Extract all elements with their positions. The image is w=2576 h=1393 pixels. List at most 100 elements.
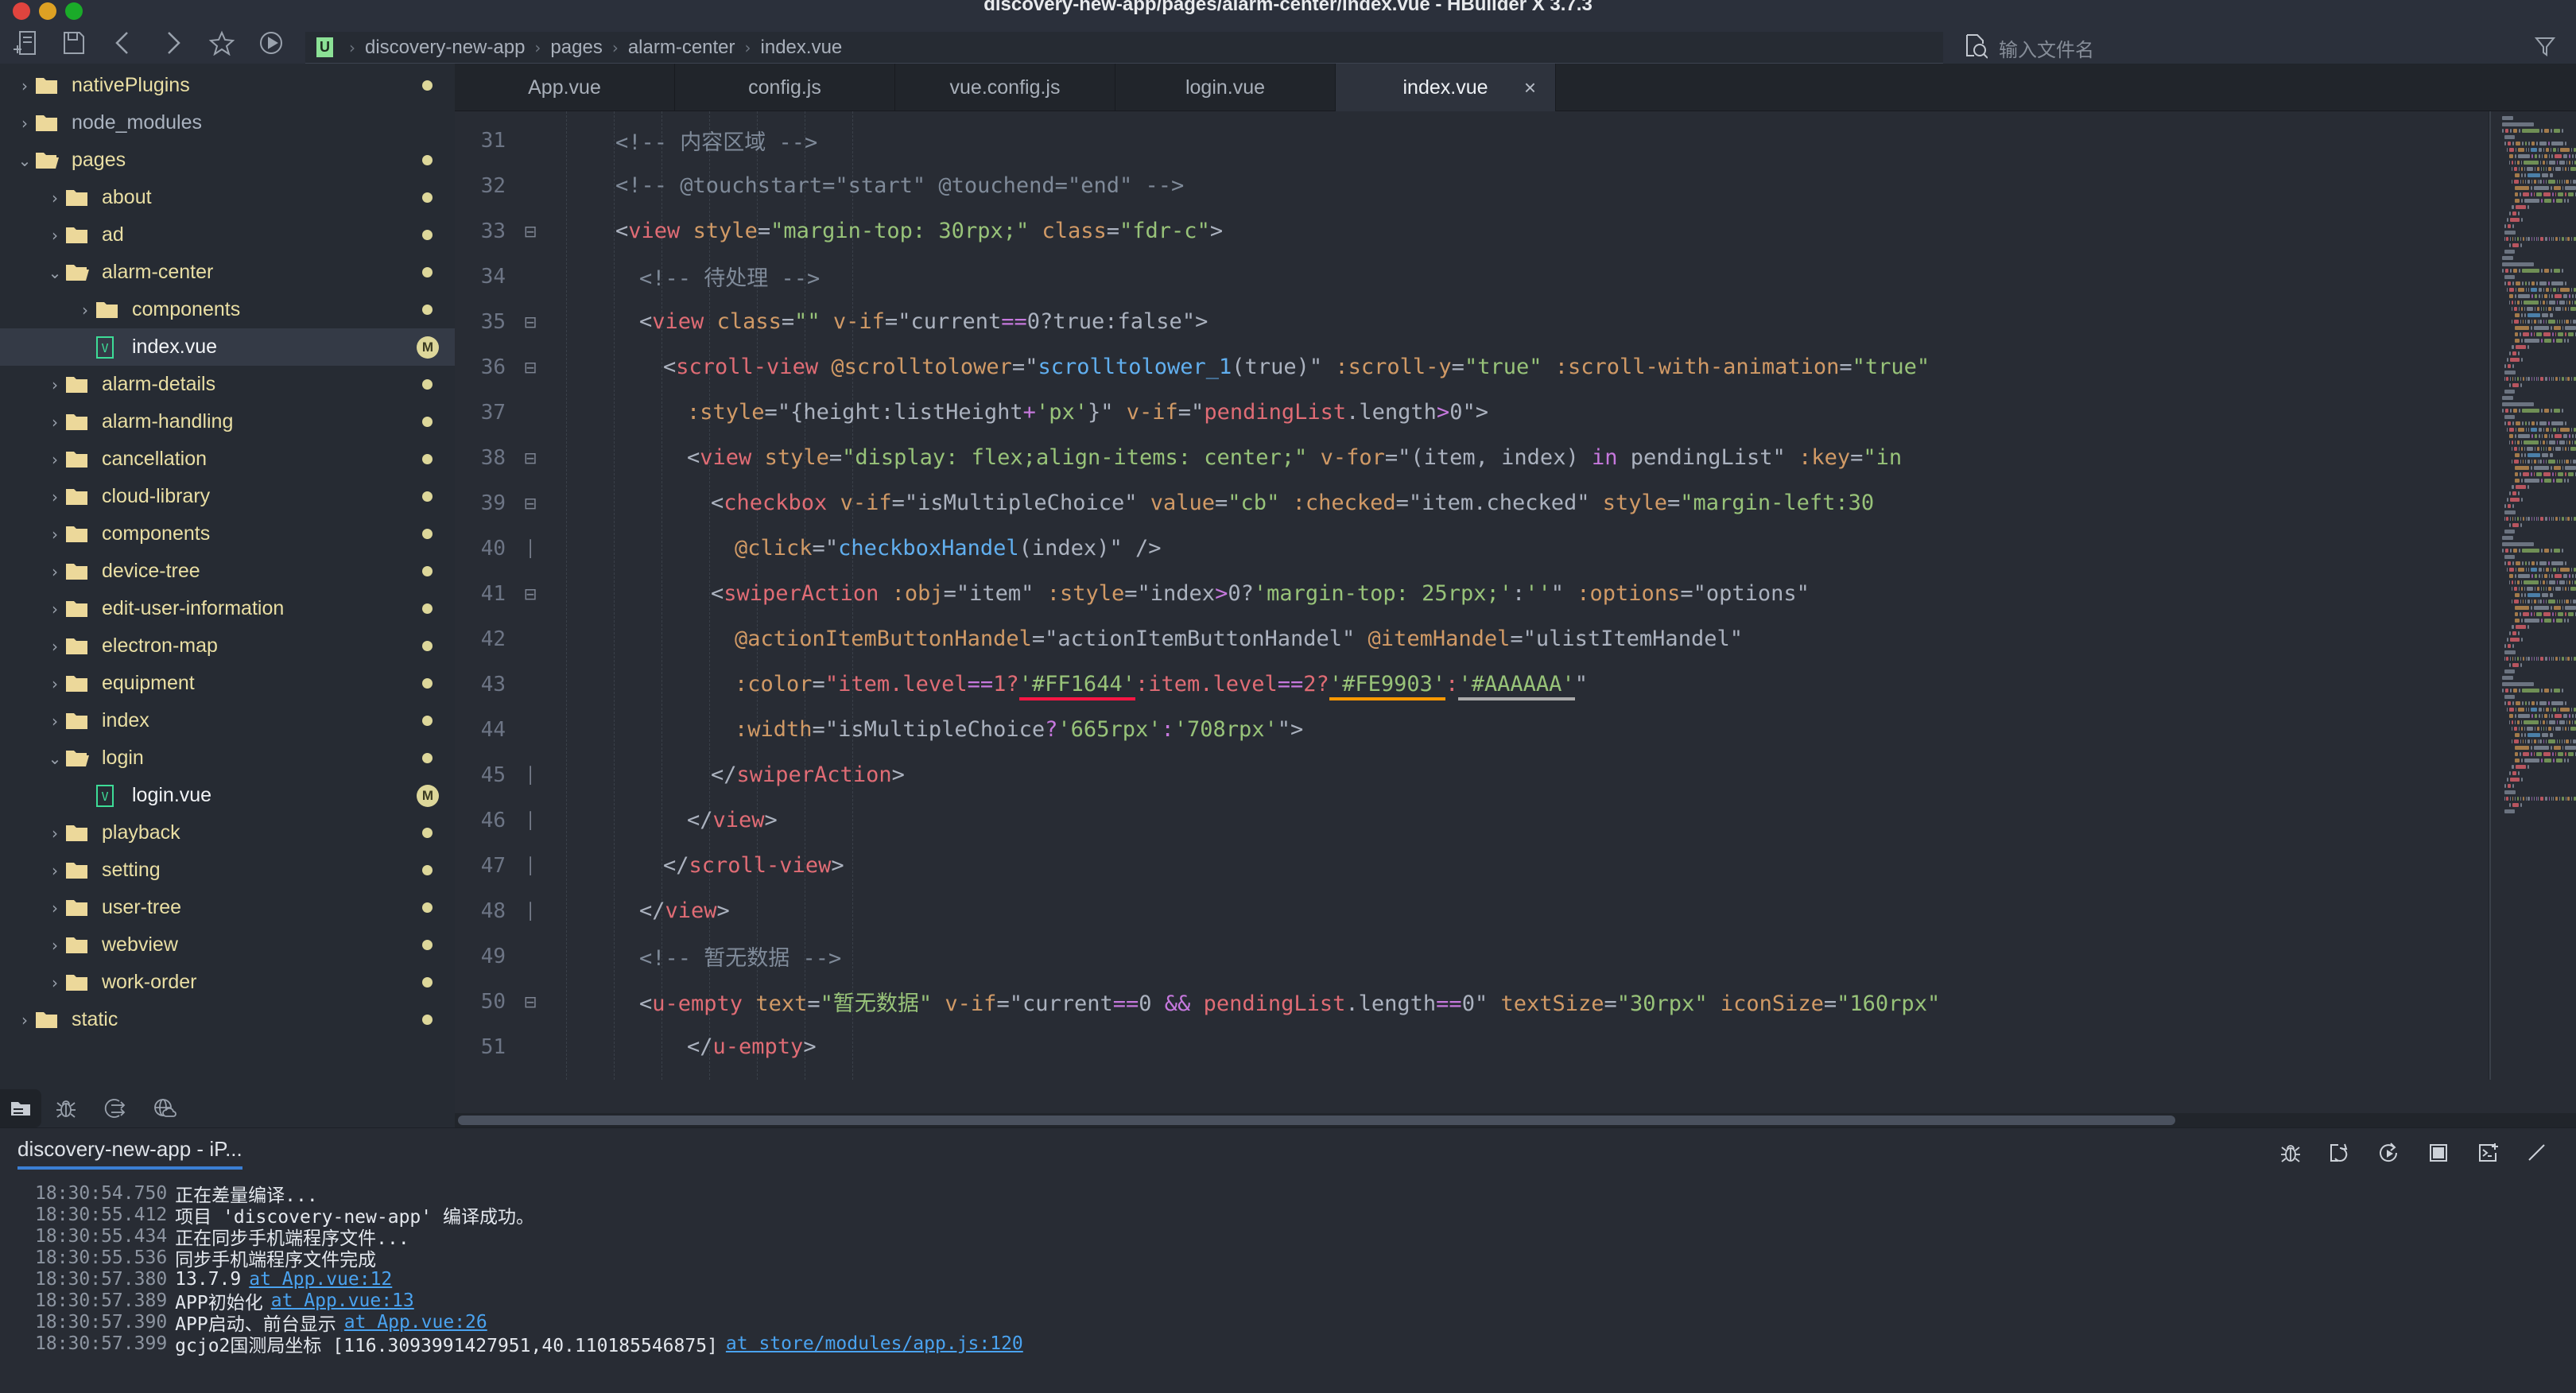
code-line[interactable]: 45 │ </swiperAction> bbox=[455, 752, 2576, 797]
tree-folder-item[interactable]: › playback bbox=[0, 814, 455, 852]
file-tree[interactable]: › nativePlugins › node_modules ⌄ pages › about ›… bbox=[0, 64, 455, 1038]
chevron-right-icon[interactable]: › bbox=[45, 226, 65, 245]
code-line[interactable]: 35 ⊟ <view class="" v-if="current==0?true:… bbox=[455, 299, 2576, 344]
chevron-right-icon[interactable]: › bbox=[75, 301, 95, 320]
tree-file-item[interactable]: Vlogin.vue M bbox=[0, 777, 455, 814]
forward-icon[interactable] bbox=[148, 22, 197, 64]
code-line[interactable]: 42 @actionItemButtonHandel="actionItemBut… bbox=[455, 616, 2576, 662]
tree-folder-item[interactable]: › cancellation bbox=[0, 440, 455, 478]
search-input[interactable]: 输入文件名 bbox=[1999, 34, 2094, 62]
breadcrumb-item-project[interactable]: discovery-new-app bbox=[363, 37, 526, 59]
project-manager-icon[interactable] bbox=[0, 1089, 41, 1127]
tree-folder-item[interactable]: › electron-map bbox=[0, 627, 455, 665]
close-icon[interactable]: × bbox=[1524, 76, 1536, 100]
chevron-right-icon[interactable]: › bbox=[45, 599, 65, 619]
breadcrumb-item-alarm-center[interactable]: alarm-center bbox=[627, 37, 737, 59]
tree-folder-item[interactable]: › webview bbox=[0, 926, 455, 964]
code-line[interactable]: 38 ⊟ <view style="display: flex;align-item… bbox=[455, 435, 2576, 480]
tree-folder-item[interactable]: › ad bbox=[0, 216, 455, 254]
tree-folder-item[interactable]: › static bbox=[0, 1001, 455, 1038]
code-line[interactable]: 33 ⊟ <view style="margin-top: 30rpx;" clas… bbox=[455, 208, 2576, 254]
breadcrumb[interactable]: U › discovery-new-app › pages › alarm-ce… bbox=[305, 32, 1943, 64]
chevron-right-icon[interactable]: › bbox=[45, 898, 65, 918]
editor-tab[interactable]: App.vue bbox=[455, 64, 675, 111]
breadcrumb-item-pages[interactable]: pages bbox=[549, 37, 603, 59]
chevron-right-icon[interactable]: › bbox=[45, 824, 65, 843]
favorite-icon[interactable] bbox=[197, 22, 246, 64]
chevron-right-icon[interactable]: › bbox=[45, 525, 65, 544]
tree-folder-item[interactable]: › components bbox=[0, 515, 455, 553]
code-line[interactable]: 36 ⊟ <scroll-view @scrolltolower="scrollto… bbox=[455, 344, 2576, 390]
fold-toggle-icon[interactable]: ⊟ bbox=[517, 358, 544, 377]
tree-folder-item[interactable]: › edit-user-information bbox=[0, 590, 455, 627]
chevron-down-icon[interactable]: ⌄ bbox=[45, 749, 65, 768]
code-line[interactable]: 46 │ </view> bbox=[455, 797, 2576, 843]
bug-icon[interactable] bbox=[41, 1089, 91, 1127]
project-explorer[interactable]: › nativePlugins › node_modules ⌄ pages › about ›… bbox=[0, 64, 455, 1089]
editor-tab[interactable]: login.vue bbox=[1115, 64, 1336, 111]
bug-icon[interactable] bbox=[2266, 1131, 2315, 1175]
chevron-right-icon[interactable]: › bbox=[14, 114, 35, 133]
code-minimap[interactable] bbox=[2489, 111, 2576, 1080]
tree-folder-item[interactable]: › index bbox=[0, 702, 455, 739]
tree-folder-item[interactable]: › user-tree bbox=[0, 889, 455, 926]
chevron-right-icon[interactable]: › bbox=[45, 637, 65, 656]
file-search-bar[interactable]: 输入文件名 bbox=[1964, 32, 2576, 64]
code-line[interactable]: 32 <!-- @touchstart="start" @touchend="en… bbox=[455, 163, 2576, 208]
cloud-globe-icon[interactable] bbox=[140, 1089, 189, 1127]
share-icon[interactable] bbox=[91, 1089, 140, 1127]
code-line[interactable]: 34 <!-- 待处理 --> bbox=[455, 254, 2576, 299]
code-line[interactable]: 50 ⊟ <u-empty text="暂无数据" v-if="current==0… bbox=[455, 979, 2576, 1024]
chevron-right-icon[interactable]: › bbox=[45, 487, 65, 506]
chevron-right-icon[interactable]: › bbox=[45, 973, 65, 992]
chevron-right-icon[interactable]: › bbox=[14, 1011, 35, 1030]
fold-toggle-icon[interactable]: ⊟ bbox=[517, 494, 544, 513]
chevron-down-icon[interactable]: ⌄ bbox=[14, 151, 35, 170]
sidebar-footer-bar[interactable] bbox=[0, 1089, 455, 1127]
editor-horizontal-scrollbar[interactable] bbox=[455, 1113, 2576, 1127]
editor-tab[interactable]: index.vue × bbox=[1336, 64, 1556, 111]
rerun-icon[interactable] bbox=[2365, 1131, 2414, 1175]
scrollbar-thumb[interactable] bbox=[458, 1116, 2175, 1125]
fold-toggle-icon[interactable]: ⊟ bbox=[517, 222, 544, 241]
code-editor[interactable]: 31 <!-- 内容区域 --> 32 <!-- @touchstart="start… bbox=[455, 111, 2576, 1080]
editor-tab[interactable]: config.js bbox=[675, 64, 895, 111]
code-line[interactable]: 39 ⊟ <checkbox v-if="isMultipleChoice" val… bbox=[455, 480, 2576, 526]
code-line[interactable]: 51 </u-empty> bbox=[455, 1024, 2576, 1069]
chevron-right-icon[interactable]: › bbox=[45, 413, 65, 432]
tree-folder-item[interactable]: ⌄ alarm-center bbox=[0, 254, 455, 291]
tree-folder-item[interactable]: ⌄ login bbox=[0, 739, 455, 777]
code-line[interactable]: 43:color="item.level==1?'#FF1644':item.l… bbox=[455, 662, 2576, 707]
tree-folder-item[interactable]: › nativePlugins bbox=[0, 67, 455, 104]
editor-tab[interactable]: vue.config.js bbox=[895, 64, 1115, 111]
code-line[interactable]: 44:width="isMultipleChoice?'665rpx':'708… bbox=[455, 707, 2576, 752]
new-file-icon[interactable] bbox=[0, 22, 49, 64]
chevron-right-icon[interactable]: › bbox=[45, 375, 65, 394]
code-line[interactable]: 47 │ </scroll-view> bbox=[455, 843, 2576, 888]
save-icon[interactable] bbox=[49, 22, 99, 64]
chevron-right-icon[interactable]: › bbox=[45, 562, 65, 581]
fold-toggle-icon[interactable]: ⊟ bbox=[517, 448, 544, 468]
tree-folder-item[interactable]: › alarm-handling bbox=[0, 403, 455, 440]
code-line[interactable]: 31 <!-- 内容区域 --> bbox=[455, 118, 2576, 163]
console-output[interactable]: 18:30:54.750 正在差量编译... 18:30:55.412 项目 'dis… bbox=[0, 1178, 2576, 1356]
breadcrumb-item-file[interactable]: index.vue bbox=[759, 37, 844, 59]
console-tab-active[interactable]: discovery-new-app - iP... bbox=[17, 1137, 242, 1170]
code-line[interactable]: 37:style="{height:listHeight+'px'}" v-if… bbox=[455, 390, 2576, 435]
code-line[interactable]: 40 │ @click="checkboxHandel(index)" /> bbox=[455, 526, 2576, 571]
recompile-icon[interactable] bbox=[2315, 1131, 2365, 1175]
log-source-link[interactable]: at App.vue:12 bbox=[249, 1269, 392, 1290]
chevron-right-icon[interactable]: › bbox=[45, 450, 65, 469]
editor-tab-bar[interactable]: App.vue config.js vue.config.js login.vue in… bbox=[455, 64, 2576, 111]
code-lines[interactable]: 31 <!-- 内容区域 --> 32 <!-- @touchstart="start… bbox=[455, 111, 2576, 1080]
tree-folder-item[interactable]: › cloud-library bbox=[0, 478, 455, 515]
tree-folder-item[interactable]: › node_modules bbox=[0, 104, 455, 142]
collapse-icon[interactable] bbox=[2512, 1131, 2562, 1175]
chevron-right-icon[interactable]: › bbox=[45, 712, 65, 731]
tree-folder-item[interactable]: › setting bbox=[0, 852, 455, 889]
chevron-right-icon[interactable]: › bbox=[45, 188, 65, 208]
log-source-link[interactable]: at store/modules/app.js:120 bbox=[726, 1333, 1023, 1354]
stop-icon[interactable] bbox=[2414, 1131, 2463, 1175]
tree-folder-item[interactable]: › work-order bbox=[0, 964, 455, 1001]
new-terminal-icon[interactable] bbox=[2463, 1131, 2512, 1175]
